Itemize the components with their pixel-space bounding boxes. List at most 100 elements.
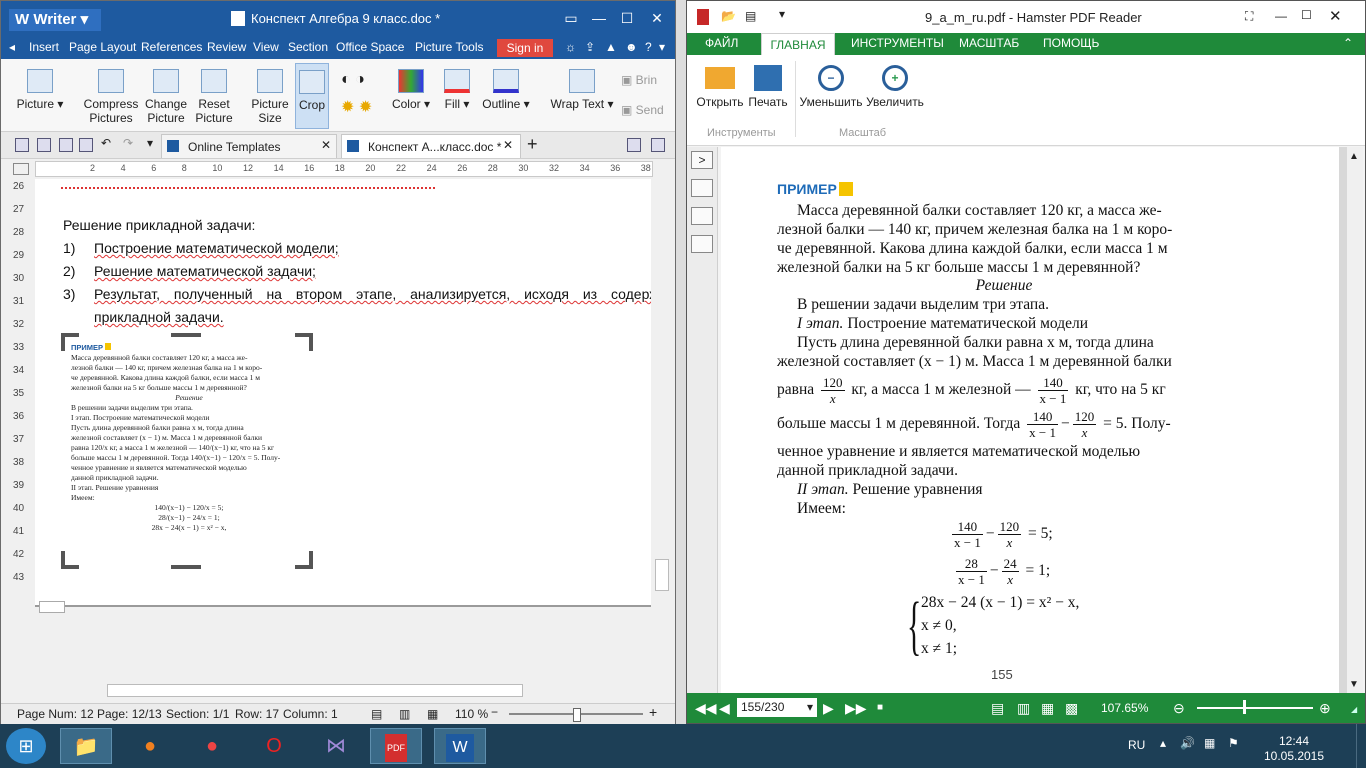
tab-document[interactable]: Конспект А...класс.doc * [341, 134, 521, 158]
taskbar-chrome[interactable]: ● [186, 728, 238, 764]
pdf-maximize-button[interactable]: ☐ [1301, 8, 1312, 22]
menu-page-layout[interactable]: Page Layout [69, 40, 136, 54]
document-page[interactable]: Решение прикладной задачи: 1) Построение… [35, 179, 651, 605]
ruler-tab-selector[interactable] [13, 163, 29, 175]
fill-button[interactable]: Fill ▾ [437, 63, 477, 129]
save-icon[interactable] [37, 138, 51, 152]
zoom-out-icon[interactable]: − [491, 705, 498, 719]
menu-section[interactable]: Section [288, 40, 328, 54]
tray-expand-icon[interactable]: ▴ [1160, 736, 1166, 750]
open-folder-icon[interactable] [15, 138, 29, 152]
writer-hscroll-thumb[interactable] [107, 684, 523, 697]
prev-page-icon[interactable]: ◀ [719, 700, 730, 717]
first-page-icon[interactable]: ◀◀ [695, 700, 717, 717]
tab-home[interactable]: ГЛАВНАЯ [761, 33, 835, 55]
pdf-print-quick-icon[interactable]: ▤ [745, 9, 756, 23]
single-page-view-icon[interactable]: ▤ [991, 700, 1004, 717]
crop-handle-bottom-right[interactable] [295, 551, 313, 569]
two-page-view-icon[interactable]: ▦ [1041, 700, 1054, 717]
tab-arrange-icon[interactable] [651, 138, 665, 152]
share-icon[interactable]: ⇪ [585, 40, 595, 54]
menu-scroll-left-icon[interactable]: ◂ [9, 40, 15, 54]
pdf-minimize-button[interactable]: — [1275, 9, 1287, 23]
pdf-viewer[interactable]: ПРИМЕР Масса деревянной балки составляет… [721, 147, 1347, 693]
menu-review[interactable]: Review [207, 40, 246, 54]
crop-button[interactable]: Crop [295, 63, 329, 129]
horizontal-ruler[interactable]: 2 4 6 8 10 12 14 16 18 20 22 24 26 28 30 32 34 36 38 [35, 161, 653, 177]
ribbon-collapse-icon[interactable]: ⌃ [1343, 36, 1353, 50]
skin-icon[interactable]: ☼ [565, 40, 576, 54]
minimize-button[interactable]: — [585, 7, 613, 29]
writer-vertical-scrollbar[interactable] [653, 179, 669, 679]
menu-office-space[interactable]: Office Space [336, 40, 404, 54]
brightness-icon[interactable]: ✹ ✹ [341, 97, 372, 117]
show-desktop-button[interactable] [1356, 724, 1366, 768]
zoom-in-icon[interactable]: + [649, 704, 657, 720]
two-page-continuous-view-icon[interactable]: ▩ [1065, 700, 1078, 717]
taskbar-opera[interactable]: O [248, 728, 300, 764]
wrap-text-button[interactable]: Wrap Text ▾ [547, 63, 617, 129]
taskbar-file-explorer[interactable]: 📁 [60, 728, 112, 764]
zoom-slider-thumb[interactable] [573, 708, 581, 722]
menu-dropdown-icon[interactable]: ▾ [659, 40, 665, 54]
crop-handle-bottom[interactable] [171, 565, 201, 569]
network-icon[interactable]: ▦ [1204, 736, 1215, 750]
zoom-in-button[interactable]: + Увеличить [863, 61, 927, 109]
continuous-view-icon[interactable]: ▥ [1017, 700, 1030, 717]
tab-scale[interactable]: МАСШТАБ [959, 36, 1019, 50]
redo-icon[interactable]: ↷ [123, 136, 133, 150]
writer-vscroll-thumb[interactable] [655, 559, 669, 591]
language-indicator[interactable]: RU [1128, 738, 1145, 752]
reading-view-icon[interactable]: ▦ [427, 707, 438, 721]
embedded-picture[interactable]: ПРИМЕР Масса деревянной балки составляет… [61, 333, 313, 569]
pdf-zoom-out-icon[interactable]: ⊖ [1173, 700, 1185, 717]
outline-button[interactable]: Outline ▾ [479, 63, 533, 129]
tab-file[interactable]: ФАЙЛ [705, 36, 738, 50]
start-button[interactable]: ⊞ [6, 728, 46, 764]
print-icon[interactable] [59, 138, 73, 152]
taskbar-writer[interactable]: W [434, 728, 486, 764]
menu-picture-tools[interactable]: Picture Tools [415, 40, 483, 54]
open-button[interactable]: Открыть [695, 61, 745, 109]
user-icon[interactable]: ☻ [625, 40, 638, 54]
help-icon[interactable]: ? [645, 40, 652, 54]
pdf-quick-dropdown-icon[interactable]: ▾ [779, 7, 785, 21]
contrast-icon[interactable]: ◐ ◑ [341, 71, 365, 89]
print-layout-view-icon[interactable]: ▤ [371, 707, 382, 721]
system-clock[interactable]: 12:44 10.05.2015 [1252, 734, 1336, 764]
taskbar-pdf-reader[interactable]: PDF [370, 728, 422, 764]
pdf-open-quick-icon[interactable]: 📂 [721, 9, 736, 23]
thumbnails-icon[interactable] [691, 207, 713, 225]
page-field-dropdown-icon[interactable]: ▾ [807, 698, 813, 717]
tab-online-templates[interactable]: Online Templates [161, 134, 337, 158]
last-page-icon[interactable]: ▶▶ [845, 700, 867, 717]
picture-size-button[interactable]: Picture Size [247, 63, 293, 129]
crop-handle-top-right[interactable] [295, 333, 313, 351]
sidebar-expand-icon[interactable]: > [691, 151, 713, 169]
action-center-icon[interactable]: ⚑ [1228, 736, 1239, 750]
pdf-zoom-in-icon[interactable]: ⊕ [1319, 700, 1331, 717]
print-button[interactable]: Печать [747, 61, 789, 109]
close-button[interactable]: ✕ [643, 7, 671, 29]
pdf-zoom-slider-thumb[interactable] [1243, 700, 1246, 714]
picture-button[interactable]: Picture ▾ [9, 63, 71, 129]
tab-list-icon[interactable] [627, 138, 641, 152]
menu-view[interactable]: View [253, 40, 279, 54]
bring-forward-button[interactable]: ▣ Brin [621, 73, 657, 87]
menu-references[interactable]: References [141, 40, 202, 54]
maximize-button[interactable]: ☐ [613, 7, 641, 29]
change-picture-button[interactable]: Change Picture [141, 63, 191, 129]
send-backward-button[interactable]: ▣ Send [621, 103, 664, 117]
bookmarks-icon[interactable] [691, 179, 713, 197]
fullscreen-icon[interactable]: ⛶ [1245, 9, 1253, 24]
pdf-close-button[interactable]: ✕ [1329, 7, 1342, 25]
pdf-scroll-up-icon[interactable]: ▲ [1349, 151, 1359, 162]
taskbar-firefox[interactable]: ● [124, 728, 176, 764]
stop-icon[interactable]: ■ [877, 702, 883, 713]
reset-picture-button[interactable]: Reset Picture [191, 63, 237, 129]
color-button[interactable]: Color ▾ [389, 63, 433, 129]
minimize-skin-icon[interactable]: ▭ [557, 7, 585, 29]
quick-access-dropdown-icon[interactable]: ▾ [147, 136, 153, 150]
close-document-tab-icon[interactable]: ✕ [503, 138, 513, 152]
resize-grip-icon[interactable]: ◢ [1351, 705, 1357, 714]
